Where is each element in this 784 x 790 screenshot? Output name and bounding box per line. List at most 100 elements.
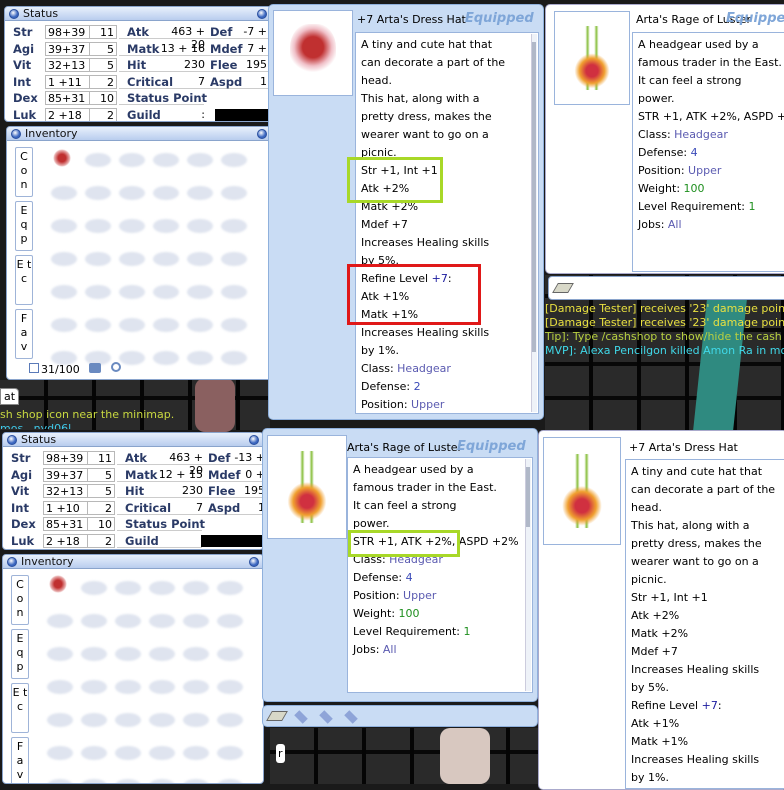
empty-slot[interactable]	[47, 779, 73, 783]
item-description-window[interactable]: +7 Arta's Dress Hat A tiny and cute hat t…	[538, 430, 784, 790]
empty-slot[interactable]	[81, 680, 107, 694]
empty-slot[interactable]	[115, 614, 141, 628]
empty-slot[interactable]	[183, 581, 209, 595]
title-bar[interactable]: Status	[3, 433, 263, 447]
empty-slot[interactable]	[217, 779, 243, 783]
empty-slot[interactable]	[149, 713, 175, 727]
inventory-tab[interactable]: C o n	[15, 147, 33, 197]
empty-slot[interactable]	[187, 153, 213, 167]
inventory-window[interactable]: Inventory C o n E q p E t c F a v 31/100	[6, 126, 272, 380]
chat-toolbar[interactable]	[262, 705, 538, 727]
empty-slot[interactable]	[115, 680, 141, 694]
empty-slot[interactable]	[119, 153, 145, 167]
stat-cost[interactable]: 5	[89, 58, 117, 72]
empty-slot[interactable]	[183, 779, 209, 783]
inventory-tab[interactable]: F a v	[15, 309, 33, 359]
status-window[interactable]: Status Str 98+39 11 Atk 463 + 20 Def -7 + Agi 39+…	[4, 6, 272, 122]
empty-slot[interactable]	[119, 285, 145, 299]
empty-slot[interactable]	[183, 614, 209, 628]
title-bar[interactable]: Inventory	[3, 555, 263, 569]
stat-cost[interactable]: 11	[89, 25, 117, 39]
empty-slot[interactable]	[217, 581, 243, 595]
inventory-tab[interactable]: E q p	[15, 201, 33, 251]
diamond-icon[interactable]	[294, 710, 308, 724]
stat-cost[interactable]: 2	[87, 500, 115, 515]
empty-slot[interactable]	[221, 318, 247, 332]
stat-cost[interactable]: 2	[87, 533, 115, 548]
diamond-icon[interactable]	[319, 710, 333, 724]
inventory-tab[interactable]: E t c	[15, 255, 33, 305]
stat-cost[interactable]: 2	[89, 107, 117, 121]
empty-slot[interactable]	[47, 680, 73, 694]
empty-slot[interactable]	[217, 713, 243, 727]
item-icon[interactable]	[53, 149, 71, 167]
stat-cost[interactable]: 2	[89, 74, 117, 89]
empty-slot[interactable]	[51, 252, 77, 266]
inventory-tab[interactable]: E q p	[11, 629, 29, 679]
empty-slot[interactable]	[115, 647, 141, 661]
empty-slot[interactable]	[149, 581, 175, 595]
empty-slot[interactable]	[187, 318, 213, 332]
minimize-icon[interactable]	[9, 9, 19, 19]
empty-slot[interactable]	[85, 318, 111, 332]
minimize-icon[interactable]	[7, 557, 17, 567]
empty-slot[interactable]	[51, 318, 77, 332]
chat-options-icon[interactable]	[266, 711, 288, 721]
empty-slot[interactable]	[221, 153, 247, 167]
close-icon[interactable]	[249, 557, 259, 567]
stat-cost[interactable]: 10	[87, 517, 115, 531]
chat-tab[interactable]: at	[0, 388, 20, 405]
empty-slot[interactable]	[187, 285, 213, 299]
empty-slot[interactable]	[85, 153, 111, 167]
empty-slot[interactable]	[85, 186, 111, 200]
empty-slot[interactable]	[153, 318, 179, 332]
empty-slot[interactable]	[115, 746, 141, 760]
item-description-window[interactable]: Arta's Rage of LusterEquippedA headgear …	[545, 4, 784, 274]
empty-slot[interactable]	[221, 219, 247, 233]
inventory-tab[interactable]: C o n	[11, 575, 29, 625]
empty-slot[interactable]	[51, 186, 77, 200]
minimize-icon[interactable]	[7, 435, 17, 445]
empty-slot[interactable]	[183, 746, 209, 760]
empty-slot[interactable]	[221, 186, 247, 200]
empty-slot[interactable]	[153, 252, 179, 266]
empty-slot[interactable]	[81, 614, 107, 628]
empty-slot[interactable]	[153, 285, 179, 299]
empty-slot[interactable]	[217, 680, 243, 694]
minimize-icon[interactable]	[11, 129, 21, 139]
item-icon[interactable]	[49, 575, 67, 593]
stat-cost[interactable]: 11	[87, 451, 115, 465]
empty-slot[interactable]	[183, 713, 209, 727]
empty-slot[interactable]	[81, 779, 107, 783]
title-bar[interactable]: Status	[5, 7, 271, 21]
title-bar[interactable]: Inventory	[7, 127, 271, 141]
empty-slot[interactable]	[119, 252, 145, 266]
diamond-icon[interactable]	[344, 710, 358, 724]
empty-slot[interactable]	[221, 285, 247, 299]
empty-slot[interactable]	[183, 647, 209, 661]
empty-slot[interactable]	[51, 285, 77, 299]
empty-slot[interactable]	[149, 614, 175, 628]
empty-slot[interactable]	[153, 153, 179, 167]
empty-slot[interactable]	[81, 713, 107, 727]
empty-slot[interactable]	[217, 647, 243, 661]
empty-slot[interactable]	[85, 252, 111, 266]
empty-slot[interactable]	[153, 351, 179, 365]
close-icon[interactable]	[257, 9, 267, 19]
empty-slot[interactable]	[149, 647, 175, 661]
empty-slot[interactable]	[47, 614, 73, 628]
empty-slot[interactable]	[119, 186, 145, 200]
empty-slot[interactable]	[187, 186, 213, 200]
empty-slot[interactable]	[187, 252, 213, 266]
empty-slot[interactable]	[119, 219, 145, 233]
empty-slot[interactable]	[85, 285, 111, 299]
empty-slot[interactable]	[221, 252, 247, 266]
empty-slot[interactable]	[81, 581, 107, 595]
inventory-tab[interactable]: E t c	[11, 683, 29, 733]
close-icon[interactable]	[257, 129, 267, 139]
empty-slot[interactable]	[183, 680, 209, 694]
scrollbar-thumb[interactable]	[532, 42, 536, 352]
empty-slot[interactable]	[119, 351, 145, 365]
empty-slot[interactable]	[217, 746, 243, 760]
empty-slot[interactable]	[51, 219, 77, 233]
